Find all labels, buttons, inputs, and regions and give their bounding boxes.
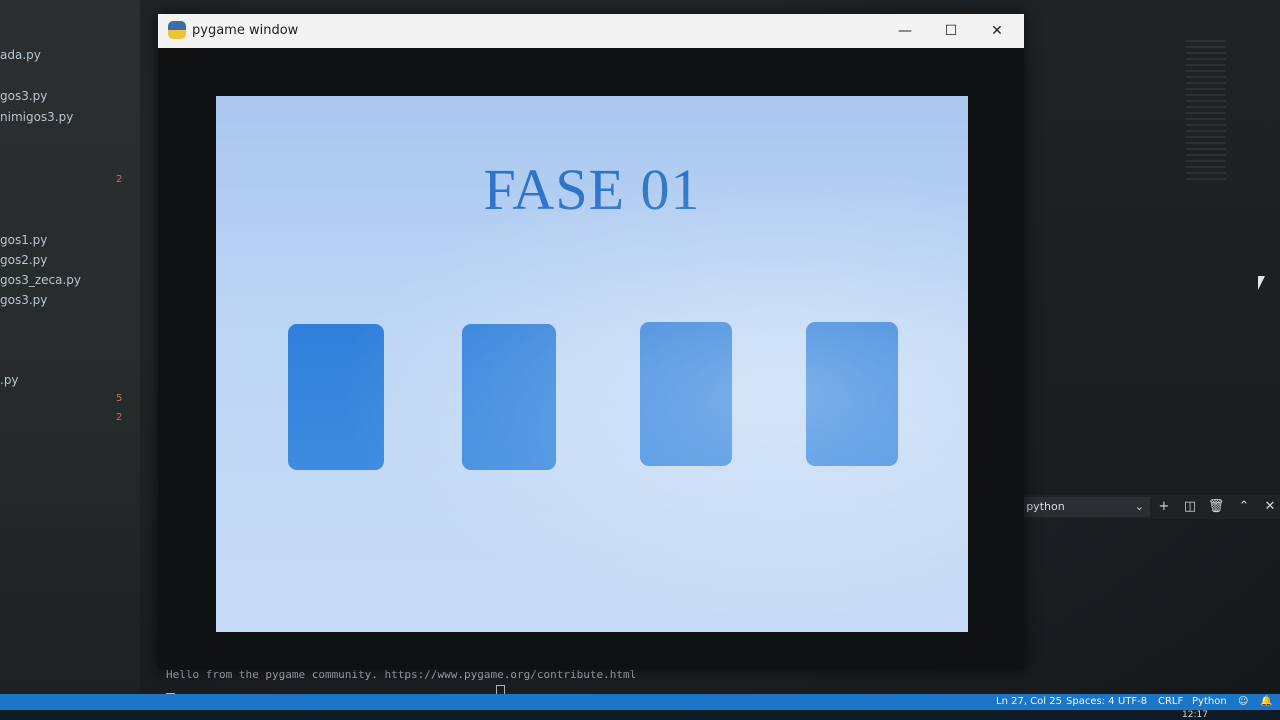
card-2[interactable]: [462, 324, 556, 470]
file-explorer: ada.py gos3.py nimigos3.py gos1.py gos2.py go…: [0, 0, 140, 700]
card-3[interactable]: [640, 322, 732, 466]
window-titlebar[interactable]: pygame window — ☐ ✕: [158, 14, 1024, 48]
split-icon[interactable]: ◫: [1180, 497, 1200, 517]
line-ending[interactable]: CRLF: [1158, 694, 1183, 710]
minimize-button[interactable]: —: [882, 14, 928, 48]
explorer-file-item[interactable]: .py: [0, 373, 19, 387]
terminal-header: 1: python ⌄ + ◫ 🗑 ⌃ ✕: [1008, 495, 1280, 519]
bell-icon[interactable]: 🔔: [1260, 694, 1272, 710]
problem-count-badge: 2: [116, 174, 123, 185]
game-canvas[interactable]: FASE 01: [216, 96, 968, 632]
explorer-file-item[interactable]: nimigos3.py: [0, 110, 73, 124]
level-title: FASE 01: [483, 157, 701, 222]
mouse-pointer-icon: [1258, 276, 1265, 290]
close-icon[interactable]: ✕: [1260, 497, 1280, 517]
explorer-file-item[interactable]: ada.py: [0, 48, 41, 62]
plus-icon[interactable]: +: [1154, 497, 1174, 517]
chevron-up-icon[interactable]: ⌃: [1234, 497, 1254, 517]
card-4[interactable]: [806, 322, 898, 466]
problem-count-badge: 5: [116, 393, 123, 404]
taskbar: [0, 710, 1280, 720]
status-bar: Ln 27, Col 25 Spaces: 4 UTF-8 CRLF Pytho…: [0, 694, 1280, 710]
cursor-position[interactable]: Ln 27, Col 25: [996, 694, 1062, 710]
explorer-file-item[interactable]: gos2.py: [0, 253, 47, 267]
minimize-icon: —: [898, 23, 912, 39]
problem-count-badge: 2: [116, 412, 123, 423]
clock: 12:17: [1182, 710, 1208, 720]
explorer-file-item[interactable]: gos1.py: [0, 233, 47, 247]
explorer-file-item[interactable]: gos3_zeca.py: [0, 273, 81, 287]
trash-icon[interactable]: 🗑: [1206, 497, 1226, 517]
close-icon: ✕: [991, 23, 1003, 39]
pygame-icon: [168, 21, 186, 39]
close-button[interactable]: ✕: [974, 14, 1020, 48]
minimap[interactable]: [1186, 40, 1226, 180]
explorer-file-item[interactable]: gos3.py: [0, 293, 47, 307]
encoding[interactable]: UTF-8: [1118, 694, 1147, 710]
maximize-icon: ☐: [944, 23, 958, 39]
explorer-file-item[interactable]: gos3.py: [0, 89, 47, 103]
language-mode[interactable]: Python: [1192, 694, 1227, 710]
card-1[interactable]: [288, 324, 384, 470]
pygame-window: pygame window — ☐ ✕ FASE 01: [158, 14, 1024, 670]
indentation[interactable]: Spaces: 4: [1066, 694, 1115, 710]
feedback-icon[interactable]: ☺: [1238, 694, 1248, 710]
window-title: pygame window: [192, 23, 299, 38]
chevron-down-icon: ⌄: [1134, 500, 1144, 513]
maximize-button[interactable]: ☐: [928, 14, 974, 48]
terminal-select[interactable]: 1: python ⌄: [1008, 497, 1150, 517]
editor-right-panel: [1024, 0, 1280, 495]
